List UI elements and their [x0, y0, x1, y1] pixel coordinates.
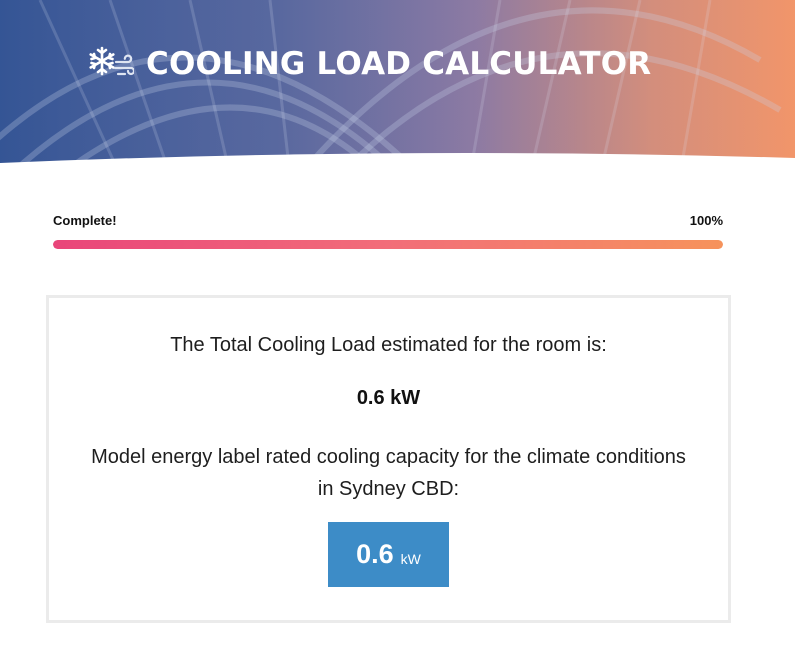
title-text: COOLING LOAD CALCULATOR	[146, 46, 652, 82]
model-capacity-text-content: Model energy label rated cooling capacit…	[91, 446, 686, 500]
progress-bar-fill	[53, 240, 723, 249]
progress-percent-label: 100%	[689, 213, 723, 228]
capacity-badge: 0.6 kW	[328, 522, 449, 587]
model-capacity-text: Model energy label rated cooling capacit…	[49, 441, 728, 505]
result-intro-text: The Total Cooling Load estimated for the…	[170, 334, 607, 356]
result-card: The Total Cooling Load estimated for the…	[46, 295, 731, 623]
snowflake-wind-icon	[89, 46, 134, 76]
progress-section: Complete! 100%	[53, 210, 723, 249]
capacity-unit: kW	[400, 550, 421, 567]
header-banner: COOLING LOAD CALCULATOR	[0, 0, 795, 175]
page-title: COOLING LOAD CALCULATOR	[88, 40, 651, 88]
progress-bar	[53, 240, 723, 249]
progress-status-label: Complete!	[53, 213, 117, 228]
capacity-value: 0.6	[356, 539, 394, 569]
total-cooling-load-value: 0.6 kW	[356, 387, 421, 409]
